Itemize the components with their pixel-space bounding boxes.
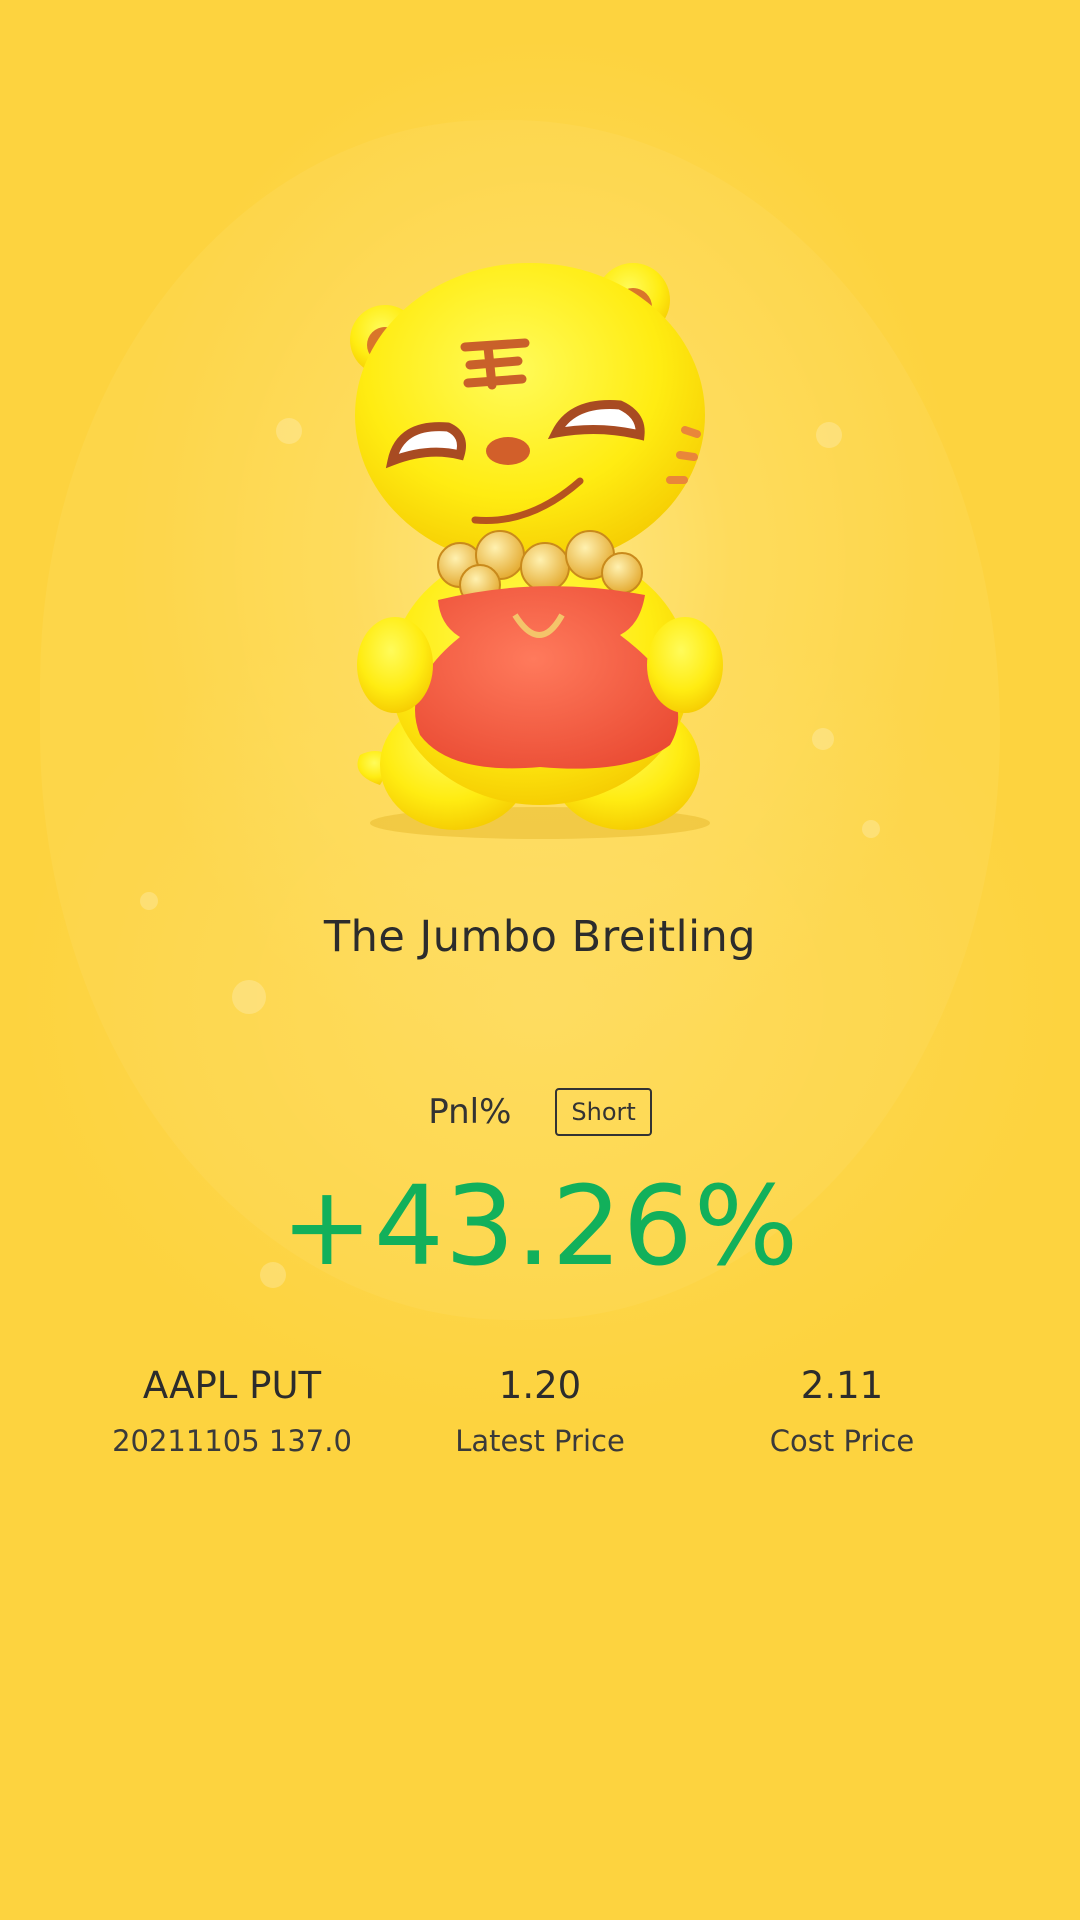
pnl-label: Pnl%	[428, 1092, 512, 1132]
direction-badge: Short	[555, 1088, 652, 1136]
pnl-percentage: +43.26%	[280, 1162, 800, 1290]
contract-symbol: AAPL PUT	[142, 1364, 322, 1407]
bokeh-dot	[232, 980, 266, 1014]
contract-detail: 20211105 137.0	[112, 1424, 352, 1458]
bokeh-dot	[862, 820, 880, 838]
cost-price-value: 2.11	[800, 1364, 884, 1407]
cost-price-label: Cost Price	[769, 1424, 915, 1458]
bokeh-dot	[276, 418, 302, 444]
pnl-share-card: The Jumbo Breitling Pnl% Short +43.26% A…	[0, 0, 1080, 1920]
bokeh-dot	[812, 728, 834, 750]
bokeh-dot	[140, 892, 158, 910]
pnl-header: Pnl% Short	[0, 1086, 1080, 1138]
bokeh-dot	[816, 422, 842, 448]
stat-cost-price: 2.11 Cost Price	[662, 1360, 1022, 1458]
card-title: The Jumbo Breitling	[323, 912, 757, 962]
stat-contract: AAPL PUT 20211105 137.0	[52, 1360, 412, 1458]
tiger-with-money-bag-icon	[350, 263, 723, 839]
